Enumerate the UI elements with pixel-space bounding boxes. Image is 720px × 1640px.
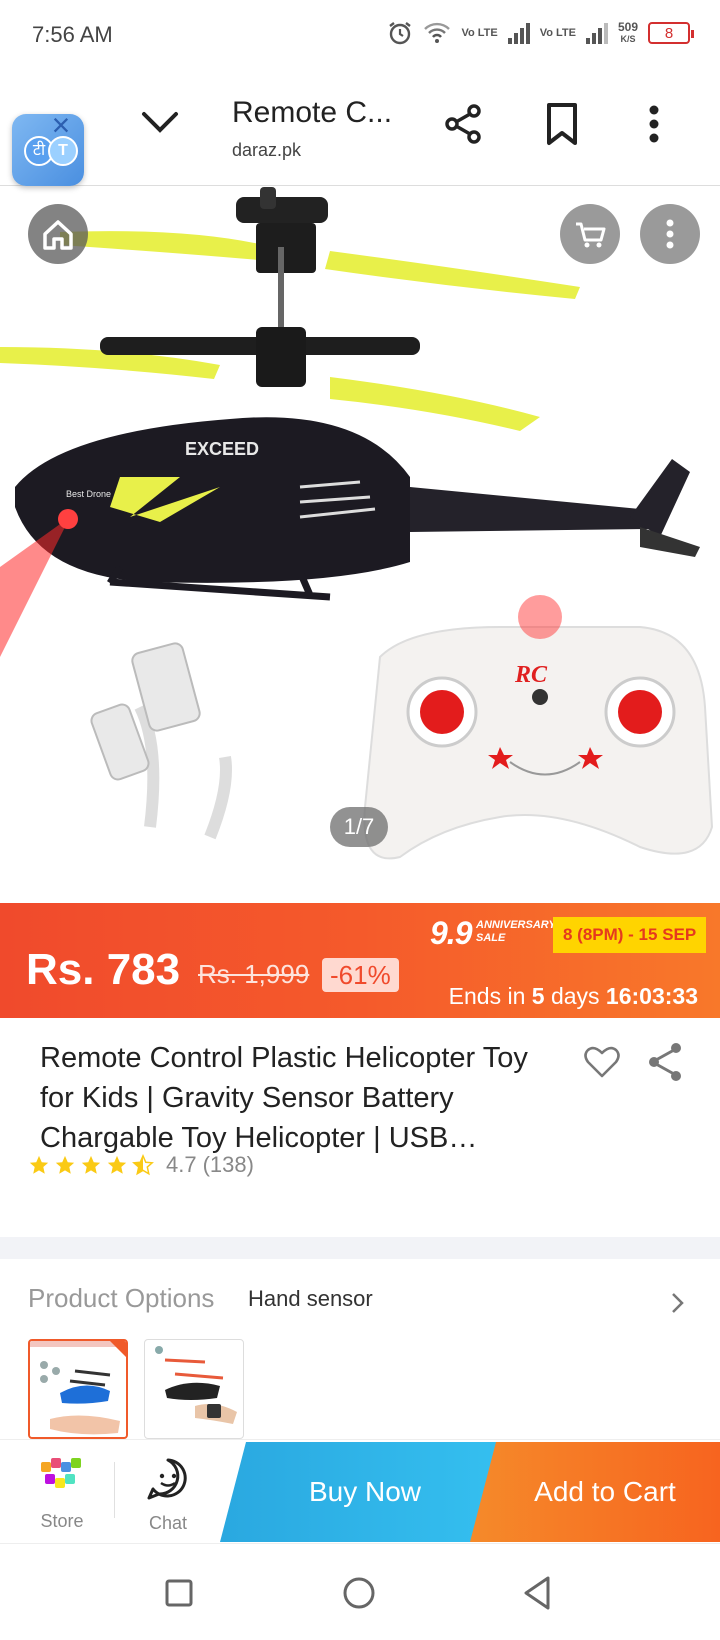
- section-divider: [0, 1237, 720, 1259]
- product-info: Remote Control Plastic Helicopter Toy fo…: [0, 1018, 720, 1235]
- home-button[interactable]: [28, 204, 88, 264]
- campaign-subtitle: ANNIVERSARY SALE: [476, 919, 556, 944]
- star-icon: [55, 1155, 75, 1174]
- countdown-days-unit: days: [550, 983, 600, 1009]
- system-navigation-bar: [0, 1543, 720, 1640]
- more-vertical-icon[interactable]: [636, 100, 672, 148]
- chat-icon: [147, 1458, 187, 1500]
- image-counter: 1/7: [330, 807, 388, 847]
- remote-label: RC: [514, 662, 548, 688]
- share-icon[interactable]: [442, 102, 486, 146]
- page-title: Remote C...: [232, 96, 393, 129]
- countdown-label: Ends in: [448, 983, 526, 1009]
- product-title: Remote Control Plastic Helicopter Toy fo…: [40, 1042, 528, 1154]
- chevron-down-icon[interactable]: [136, 98, 184, 146]
- battery-level: 8: [664, 24, 674, 42]
- alarm-icon: [389, 22, 412, 45]
- heart-icon[interactable]: [582, 1042, 622, 1082]
- original-price: Rs. 1,999: [198, 959, 310, 989]
- countdown-days: 5: [531, 983, 545, 1009]
- add-to-cart-button[interactable]: Add to Cart: [470, 1442, 720, 1542]
- buy-now-label: Buy Now: [308, 1476, 422, 1507]
- screen: 7:56 AM Vo LTE Vo LTE 509 K/S 8 Remote C…: [0, 0, 720, 1640]
- store-logo: [39, 1456, 85, 1494]
- more-vertical-icon: [666, 219, 674, 249]
- network-speed-unit: K/S: [620, 34, 636, 44]
- volte-label-2: Vo LTE: [539, 26, 576, 39]
- recent-apps-icon[interactable]: [164, 1578, 194, 1608]
- discount-badge: -61%: [322, 958, 399, 992]
- store-label: Store: [40, 1511, 84, 1531]
- brand-text: EXCEED: [185, 439, 259, 459]
- share-icon[interactable]: [646, 1040, 686, 1084]
- bookmark-icon[interactable]: [540, 100, 584, 148]
- product-image-gallery[interactable]: EXCEED Best Drone RC 1/7: [0, 187, 720, 903]
- product-options[interactable]: Product Options Hand sensor: [0, 1259, 720, 1439]
- status-time: 7:56 AM: [32, 22, 113, 47]
- chat-label: Chat: [148, 1513, 188, 1533]
- option-thumbnail-image: [30, 1341, 126, 1435]
- star-icon: [81, 1155, 101, 1174]
- buy-now-button[interactable]: Buy Now: [220, 1442, 510, 1542]
- option-thumbnail-wrist-sensor[interactable]: [144, 1339, 244, 1439]
- chevron-right-icon[interactable]: [668, 1289, 688, 1317]
- page-domain: daraz.pk: [232, 140, 302, 160]
- store-button[interactable]: Store: [20, 1448, 104, 1540]
- volte-label-1: Vo LTE: [461, 26, 498, 39]
- review-count: (138): [202, 1152, 254, 1177]
- campaign-title: 9.9: [430, 915, 472, 951]
- option-thumbnail-image: [155, 1346, 237, 1424]
- signal-icon-1: [507, 22, 530, 44]
- close-icon[interactable]: ×: [44, 109, 78, 144]
- cart-icon: [576, 222, 606, 248]
- status-icons: Vo LTE Vo LTE 509 K/S 8: [387, 20, 694, 46]
- network-speed: 509 K/S: [618, 21, 638, 45]
- half-star-icon: [132, 1154, 154, 1176]
- battery-icon: 8: [648, 22, 694, 44]
- campaign-dates: 8 (8PM) - 15 SEP: [553, 917, 707, 953]
- action-bar-separator: [114, 1462, 115, 1518]
- rating-row[interactable]: 4.7 (138): [28, 1152, 254, 1178]
- options-selected-value: Hand sensor: [248, 1286, 373, 1311]
- rating-value: 4.7: [166, 1152, 197, 1177]
- back-icon[interactable]: [520, 1574, 554, 1612]
- product-image[interactable]: EXCEED Best Drone RC: [0, 187, 720, 903]
- countdown-time: 16:03:33: [605, 983, 698, 1009]
- price-banner: Rs. 783 Rs. 1,999 -61% 9.9 ANNIVERSARY S…: [0, 903, 720, 1018]
- cart-button[interactable]: [560, 204, 620, 264]
- current-price: Rs. 783: [26, 945, 181, 994]
- add-to-cart-label: Add to Cart: [534, 1476, 676, 1507]
- action-bar: Store Chat Buy Now Add to Cart: [0, 1439, 720, 1543]
- home-nav-icon[interactable]: [342, 1576, 376, 1610]
- browser-toolbar: Remote C... daraz.pk: [0, 72, 720, 186]
- home-icon: [43, 220, 73, 250]
- countdown: Ends in 5 days 16:03:33: [449, 983, 698, 1010]
- brand-tag-text: Best Drone: [66, 489, 111, 499]
- gallery-more-button[interactable]: [640, 204, 700, 264]
- options-label: Product Options: [28, 1283, 215, 1313]
- star-icon: [29, 1155, 49, 1174]
- network-speed-value: 509: [617, 20, 638, 34]
- status-bar: 7:56 AM Vo LTE Vo LTE 509 K/S 8: [0, 0, 720, 72]
- signal-icon-2: [585, 22, 608, 44]
- star-icon: [107, 1155, 127, 1174]
- chat-button[interactable]: Chat: [128, 1448, 208, 1540]
- option-thumbnail-hand-sensor[interactable]: [28, 1339, 128, 1439]
- wifi-icon: [424, 22, 451, 43]
